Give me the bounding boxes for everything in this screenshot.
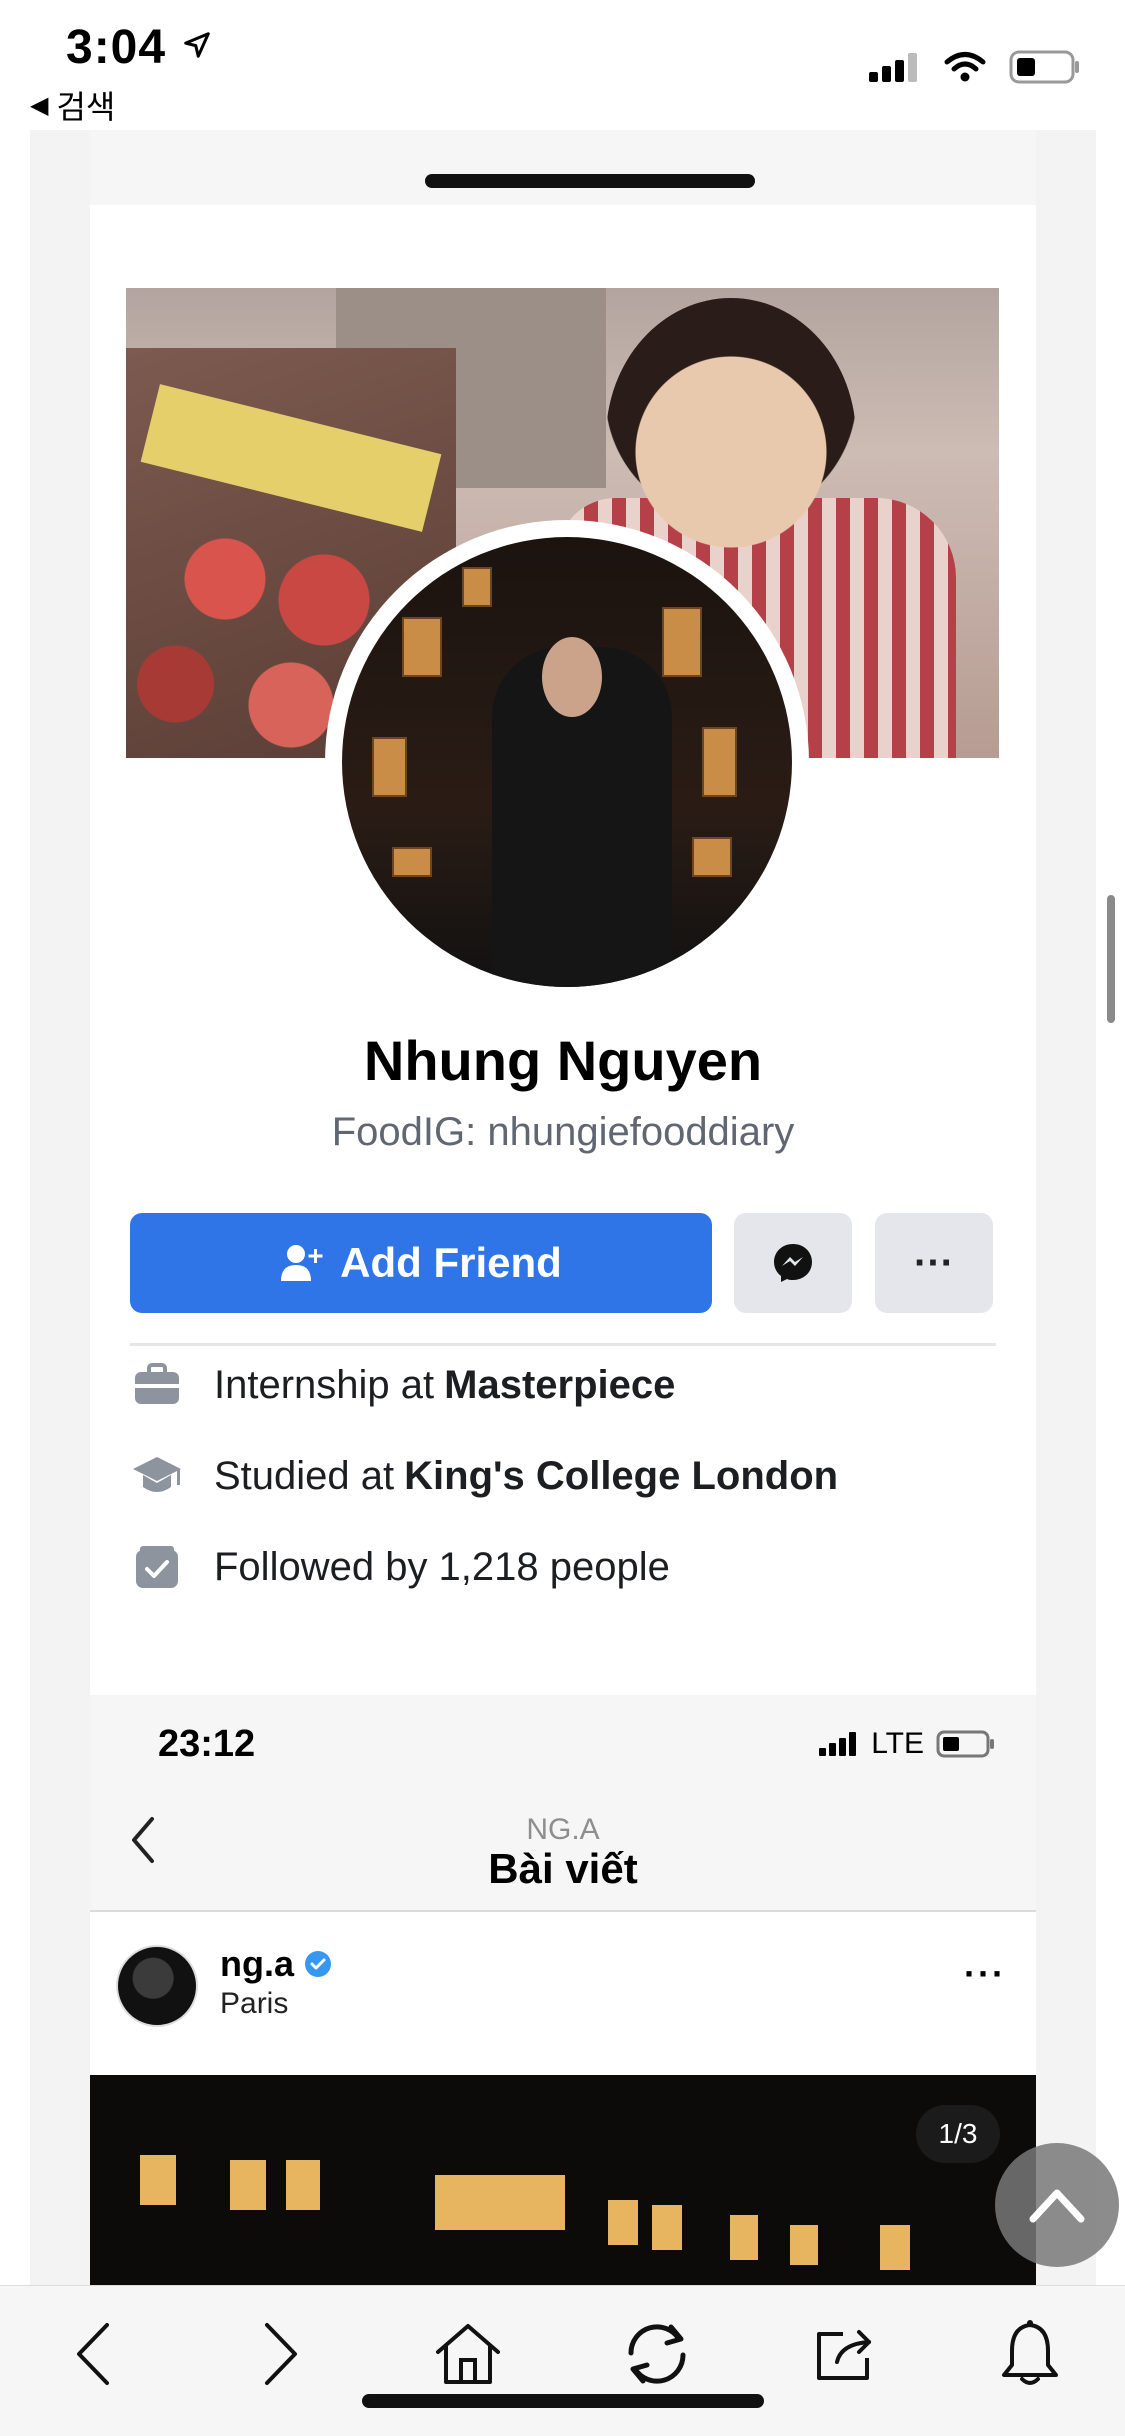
briefcase-icon [130, 1360, 184, 1410]
info-followers-text: Followed by 1,218 people [214, 1544, 670, 1589]
messenger-icon [774, 1244, 812, 1282]
browser-toolbar [0, 2285, 1125, 2436]
screenshot-home-indicator [425, 174, 755, 188]
home-button[interactable] [428, 2314, 508, 2394]
back-to-app-button[interactable]: ◀ 검색 [30, 82, 115, 128]
ig-signal-icon [819, 1732, 857, 1756]
home-icon [436, 2324, 500, 2384]
status-time: 3:04 [66, 21, 167, 74]
messenger-button[interactable] [734, 1213, 852, 1313]
more-options-button[interactable]: ··· [875, 1213, 993, 1313]
refresh-button[interactable] [617, 2314, 697, 2394]
avatar[interactable] [342, 537, 792, 987]
battery-icon [1009, 50, 1079, 84]
divider [90, 1910, 1036, 1912]
ig-status-time: 23:12 [158, 1723, 256, 1765]
followers-icon [130, 1542, 184, 1592]
info-work-bold[interactable]: Masterpiece [444, 1363, 675, 1408]
divider [130, 1343, 996, 1346]
profile-name: Nhung Nguyen [363, 1029, 763, 1092]
ig-status-indicators: LTE [819, 1727, 996, 1761]
chevron-up-icon [1029, 2189, 1085, 2223]
info-work-prefix: Internship at [214, 1362, 435, 1407]
ig-username-row[interactable]: ng.a [220, 1943, 332, 1985]
home-indicator [362, 2394, 764, 2408]
status-bar: 3:04 ◀ 검색 [0, 0, 1125, 130]
graduation-cap-icon [130, 1451, 184, 1501]
forward-button[interactable] [240, 2314, 320, 2394]
bell-icon [1002, 2320, 1058, 2385]
back-to-app-label: 검색 [56, 89, 116, 125]
info-education-prefix: Studied at [214, 1453, 395, 1498]
info-education-bold[interactable]: King's College London [404, 1454, 838, 1499]
ig-battery-icon [936, 1730, 994, 1758]
info-row-work: Internship at Masterpiece [130, 1355, 1030, 1415]
signal-icon [869, 53, 917, 82]
scroll-to-top-button[interactable] [995, 2143, 1119, 2267]
back-button[interactable] [54, 2314, 134, 2394]
ig-location[interactable]: Paris [220, 1987, 288, 2021]
share-icon [817, 2330, 871, 2380]
ig-image-counter: 1/3 [916, 2105, 1000, 2163]
info-row-education: Studied at King's College London [130, 1446, 1030, 1506]
scrollbar[interactable] [1107, 895, 1115, 1023]
share-button[interactable] [805, 2314, 885, 2394]
ig-username[interactable]: ng.a [220, 1943, 294, 1985]
ig-more-button[interactable]: ··· [964, 1953, 1006, 1995]
add-person-icon [281, 1245, 323, 1281]
location-arrow-icon [182, 30, 212, 65]
refresh-icon [628, 2324, 686, 2384]
back-triangle-icon: ◀ [30, 91, 49, 119]
chevron-right-icon [265, 2323, 297, 2385]
chevron-left-icon [77, 2323, 109, 2385]
ig-network-label: LTE [871, 1727, 924, 1760]
add-friend-label: Add Friend [340, 1239, 562, 1286]
add-friend-button[interactable]: Add Friend [130, 1213, 712, 1313]
instagram-screenshot: 23:12 LTE NG.A Bài viết ng.a Paris ··· 1… [90, 1695, 1036, 2285]
shared-screenshot: Nhung Nguyen FoodIG: nhungiefooddiary Ad… [30, 130, 1096, 2285]
ig-avatar[interactable] [116, 1945, 198, 2027]
status-indicators [869, 50, 1081, 84]
ig-header: 23:12 LTE NG.A Bài viết [90, 1695, 1036, 1910]
verified-badge-icon [305, 1951, 332, 1977]
ig-post-photo[interactable]: 1/3 [90, 2075, 1036, 2285]
info-row-followers: Followed by 1,218 people [130, 1537, 1030, 1597]
ig-account-name: NG.A [526, 1813, 600, 1846]
screenshot-top-strip [90, 130, 1036, 205]
profile-bio: FoodIG: nhungiefooddiary [331, 1110, 795, 1154]
notifications-button[interactable] [990, 2314, 1070, 2394]
ig-page-title: Bài viết [488, 1845, 638, 1892]
wifi-icon [944, 52, 986, 82]
